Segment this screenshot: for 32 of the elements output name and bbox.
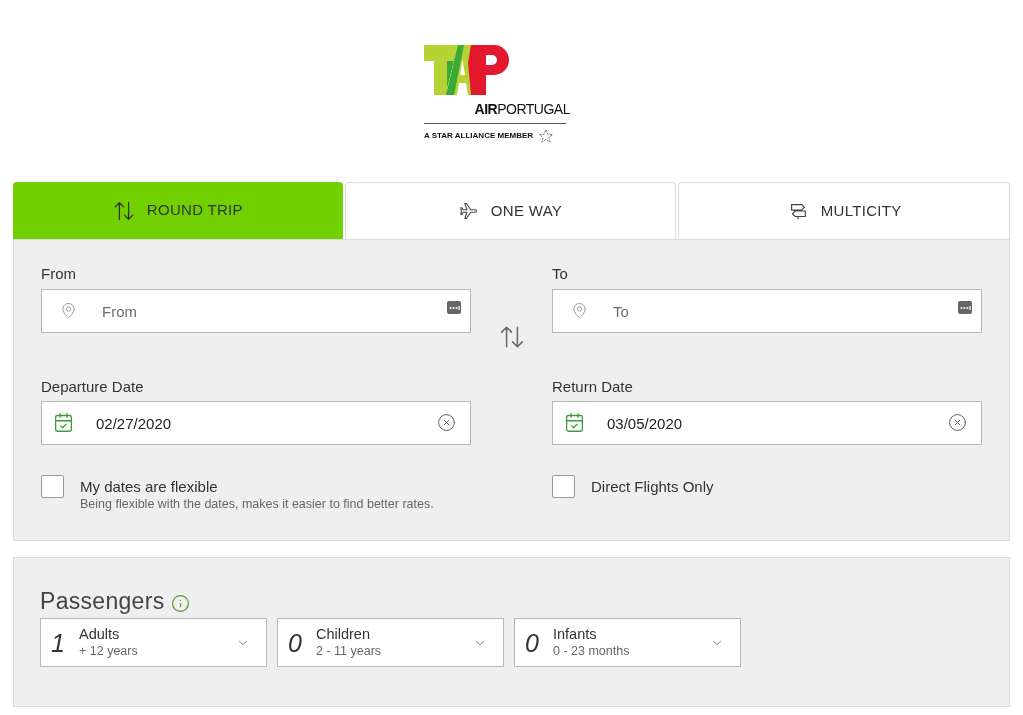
up-down-arrows-icon: [112, 199, 135, 222]
location-field[interactable]: From: [41, 289, 471, 333]
trip-type-tab[interactable]: MULTICITY: [678, 182, 1010, 239]
clear-icon: [948, 413, 967, 432]
checkbox[interactable]: [552, 475, 575, 498]
field-label: From: [41, 265, 76, 283]
date-field[interactable]: 02/27/2020: [41, 401, 471, 445]
checkbox-label: Direct Flights Only: [591, 477, 714, 496]
calendar-check-icon: [53, 412, 74, 433]
keypad-icon: [958, 301, 972, 314]
calendar-check-icon: [564, 412, 585, 433]
clear-button[interactable]: [948, 413, 967, 432]
hint-text: Being flexible with the dates, makes it easier to find better rates.: [80, 496, 434, 513]
plane-icon: [458, 201, 479, 221]
field-label: Return Date: [552, 378, 633, 396]
clear-button[interactable]: [437, 413, 456, 432]
location-pin-icon: [571, 302, 588, 319]
brand-tagline: A STAR ALLIANCE MEMBER: [424, 131, 534, 141]
checkbox[interactable]: [41, 475, 64, 498]
trip-type-tab[interactable]: ROUND TRIP: [13, 182, 343, 239]
trip-type-tab[interactable]: ONE WAY: [344, 182, 677, 239]
keypad-icon: [447, 301, 461, 314]
section-title: Passengers: [40, 588, 165, 614]
date-field[interactable]: 03/05/2020: [552, 401, 982, 445]
checkbox-label: My dates are flexible: [80, 477, 218, 496]
location-field[interactable]: To: [552, 289, 982, 333]
field-label: To: [552, 265, 568, 283]
location-pin-icon: [60, 302, 77, 319]
clear-icon: [437, 413, 456, 432]
info-icon[interactable]: [171, 593, 191, 613]
brand-wordmark: AIRPORTUGAL: [474, 101, 570, 117]
field-label: Departure Date: [41, 378, 144, 396]
